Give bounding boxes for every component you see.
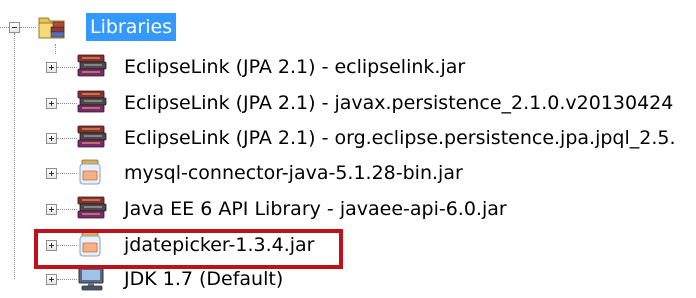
library-folder-icon (36, 11, 70, 43)
expand-toggle[interactable] (46, 204, 57, 215)
root-collapse-toggle[interactable] (9, 22, 20, 33)
tree-line (57, 67, 77, 68)
tree-item-label: EclipseLink (JPA 2.1) - eclipselink.jar (124, 56, 466, 78)
tree-line (0, 27, 9, 28)
tree-line (14, 33, 15, 279)
tree-item-eclipselink[interactable]: EclipseLink (JPA 2.1) - eclipselink.jar (46, 52, 696, 82)
tree-line (57, 279, 77, 280)
expand-toggle[interactable] (46, 168, 57, 179)
tree-line (57, 173, 77, 174)
tree-item-label: mysql-connector-java-5.1.28-bin.jar (124, 162, 463, 184)
book-stack-icon (76, 123, 108, 153)
tree-line (57, 209, 77, 210)
book-stack-icon (76, 52, 108, 82)
expand-toggle[interactable] (46, 274, 57, 285)
tree-item-label: Java EE 6 API Library - javaee-api-6.0.j… (124, 198, 507, 220)
tree-line (57, 103, 77, 104)
tree-item-eclipselink-persistence[interactable]: EclipseLink (JPA 2.1) - javax.persistenc… (46, 88, 696, 118)
tree-item-eclipselink-jpql[interactable]: EclipseLink (JPA 2.1) - org.eclipse.pers… (46, 123, 696, 153)
tree-item-label: EclipseLink (JPA 2.1) - javax.persistenc… (124, 92, 674, 114)
highlight-frame (34, 229, 343, 269)
expand-toggle[interactable] (46, 62, 57, 73)
tree-line (57, 138, 77, 139)
book-stack-icon (76, 88, 108, 118)
libraries-node-label[interactable]: Libraries (86, 13, 177, 41)
jar-file-icon (76, 158, 108, 188)
book-stack-icon (76, 194, 108, 224)
tree-item-javaee-api[interactable]: Java EE 6 API Library - javaee-api-6.0.j… (46, 194, 696, 224)
tree-item-mysql-connector[interactable]: mysql-connector-java-5.1.28-bin.jar (46, 158, 696, 188)
project-tree: Libraries EclipseLink (JPA 2.1) - eclips… (0, 0, 696, 295)
expand-toggle[interactable] (46, 98, 57, 109)
expand-toggle[interactable] (46, 133, 57, 144)
tree-item-label: EclipseLink (JPA 2.1) - org.eclipse.pers… (124, 127, 676, 149)
tree-item-label: JDK 1.7 (Default) (124, 268, 284, 290)
tree-line (20, 27, 36, 28)
